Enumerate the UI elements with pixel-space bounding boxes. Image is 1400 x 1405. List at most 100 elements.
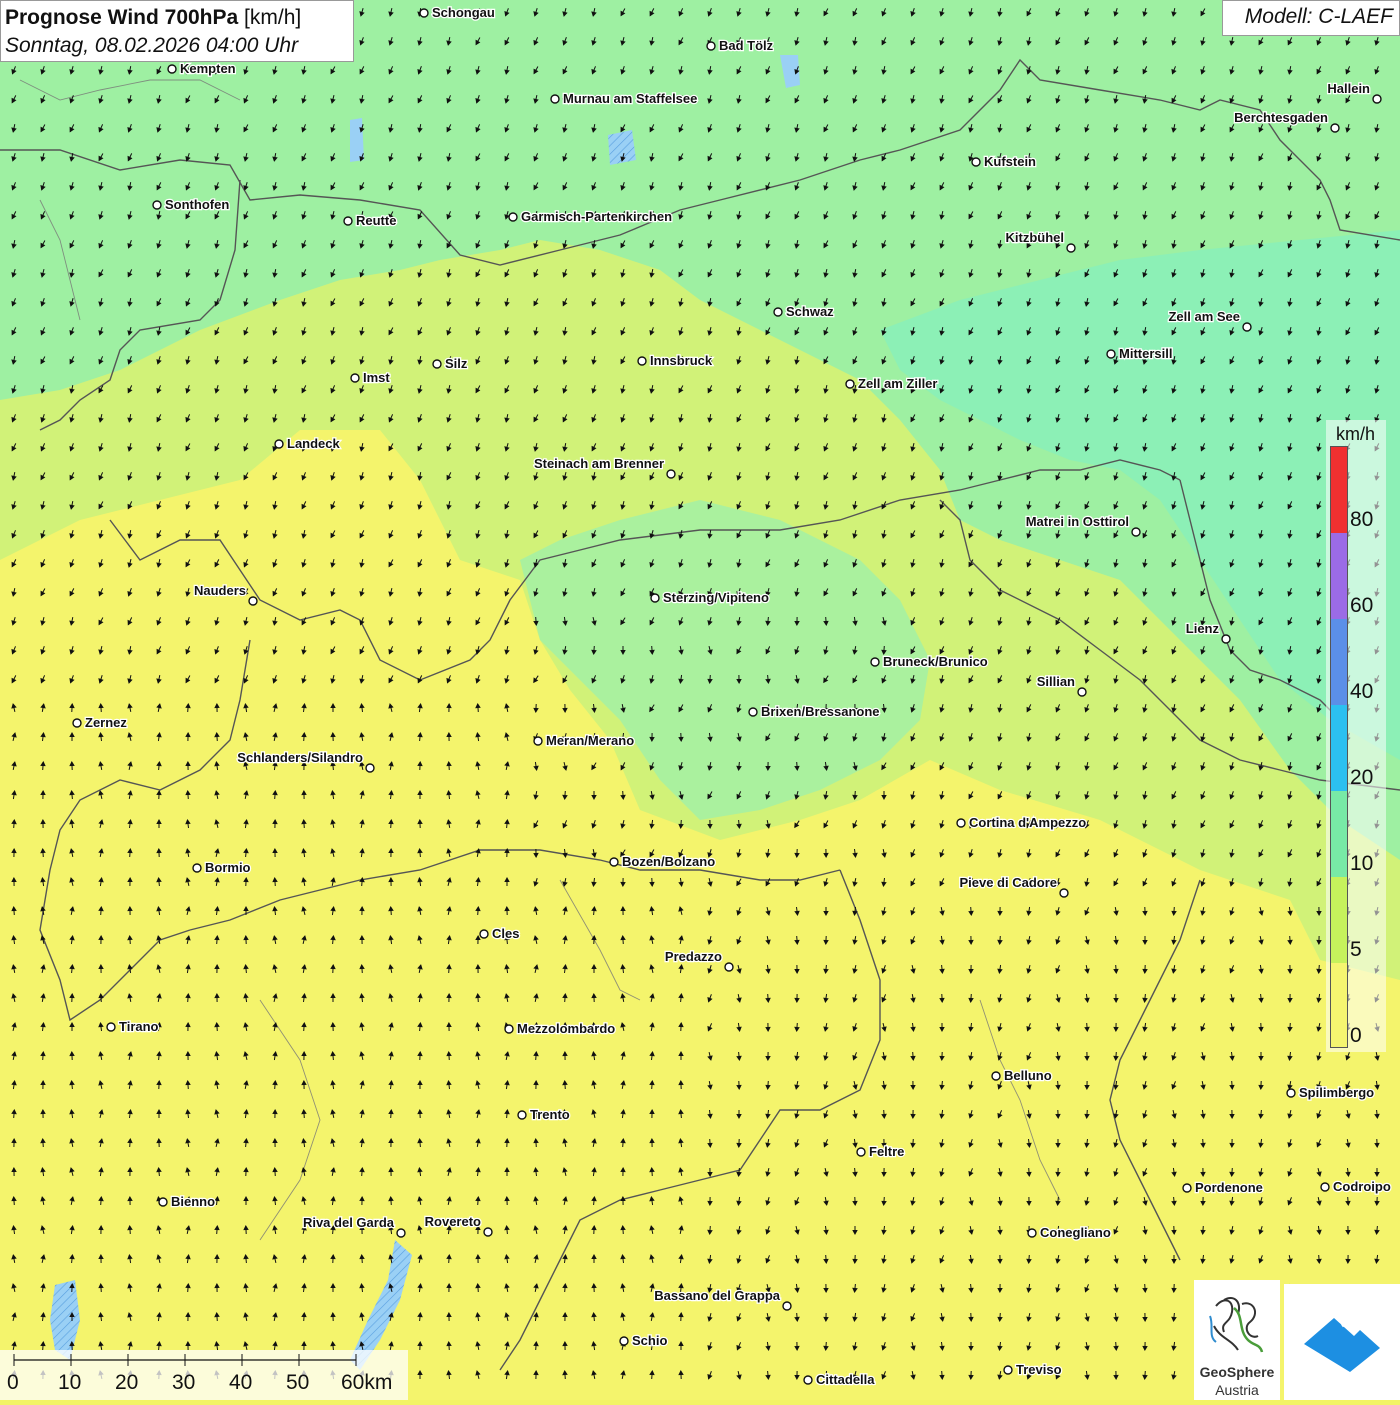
city-label: Belluno — [1004, 1068, 1052, 1083]
city-dot — [1004, 1366, 1012, 1374]
city-dot — [1132, 528, 1140, 536]
city-dot — [518, 1111, 526, 1119]
city-dot — [1243, 323, 1251, 331]
city-dot — [1183, 1184, 1191, 1192]
city-dot — [193, 864, 201, 872]
city-label: Kufstein — [984, 154, 1036, 169]
city-label: Cles — [492, 926, 519, 941]
city-dot — [610, 858, 618, 866]
city-dot — [1028, 1229, 1036, 1237]
city-label: Sillian — [1037, 674, 1075, 689]
legend-tick-40: 40 — [1350, 680, 1373, 704]
scale-label-50: 50 — [286, 1371, 309, 1395]
city-dot — [73, 719, 81, 727]
city-label: Treviso — [1016, 1362, 1062, 1377]
city-dot — [857, 1148, 865, 1156]
city-label: Codroipo — [1333, 1179, 1391, 1194]
legend-tick-5: 5 — [1350, 938, 1362, 962]
title-box: Prognose Wind 700hPa [km/h] Sonntag, 08.… — [0, 0, 354, 62]
city-dot — [1107, 350, 1115, 358]
city-dot — [725, 963, 733, 971]
legend-seg-5 — [1331, 877, 1347, 963]
city-marker: Schongau — [420, 5, 495, 20]
legend-unit: km/h — [1336, 424, 1375, 445]
legend-seg-80 — [1331, 447, 1347, 533]
city-dot — [957, 819, 965, 827]
city-dot — [480, 930, 488, 938]
city-marker: Pordenone — [1183, 1180, 1263, 1195]
city-marker: Sterzing/Vipiteno — [651, 590, 769, 605]
city-label: Schio — [632, 1333, 667, 1348]
city-marker: Cortina d'Ampezzo — [957, 815, 1086, 830]
city-label: Cortina d'Ampezzo — [969, 815, 1086, 830]
city-dot — [107, 1023, 115, 1031]
city-label: Bassano del Grappa — [654, 1288, 780, 1303]
city-label: Imst — [363, 370, 390, 385]
city-marker: Conegliano — [1028, 1225, 1111, 1240]
city-dot — [505, 1025, 513, 1033]
legend-tick-20: 20 — [1350, 766, 1373, 790]
city-label: Silz — [445, 356, 468, 371]
forecast-datetime: Sonntag, 08.02.2026 04:00 Uhr — [5, 32, 349, 60]
city-dot — [1321, 1183, 1329, 1191]
partner-logo[interactable] — [1284, 1284, 1400, 1400]
lake-forggensee — [350, 118, 364, 162]
scale-label-0: 0 — [7, 1371, 19, 1395]
city-label: Hallein — [1327, 81, 1370, 96]
legend-tick-10: 10 — [1350, 852, 1373, 876]
city-label: Landeck — [287, 436, 341, 451]
city-dot — [749, 708, 757, 716]
city-dot — [1078, 688, 1086, 696]
city-dot — [153, 201, 161, 209]
city-marker: Bozen/Bolzano — [610, 854, 715, 869]
city-label: Bienno — [171, 1194, 215, 1209]
city-label: Innsbruck — [650, 353, 713, 368]
city-label: Riva del Garda — [303, 1215, 395, 1230]
city-label: Brixen/Bressanone — [761, 704, 880, 719]
city-label: Murnau am Staffelsee — [563, 91, 697, 106]
scale-bar: 0 10 20 30 40 50 60km — [0, 1350, 408, 1400]
city-dot — [992, 1072, 1000, 1080]
city-dot — [667, 470, 675, 478]
city-marker: Sonthofen — [153, 197, 229, 212]
city-label: Mezzolombardo — [517, 1021, 615, 1036]
city-label: Zernez — [85, 715, 127, 730]
geosphere-logo[interactable]: GeoSphere Austria — [1194, 1280, 1280, 1400]
austria-text: Austria — [1194, 1382, 1280, 1398]
city-dot — [1287, 1089, 1295, 1097]
city-dot — [707, 42, 715, 50]
city-dot — [846, 380, 854, 388]
city-label: Kempten — [180, 61, 236, 76]
city-label: Bormio — [205, 860, 251, 875]
city-dot — [804, 1376, 812, 1384]
city-label: Sonthofen — [165, 197, 229, 212]
city-dot — [620, 1337, 628, 1345]
city-label: Garmisch-Partenkirchen — [521, 209, 672, 224]
map-title: Prognose Wind 700hPa [km/h] — [5, 4, 349, 32]
city-dot — [168, 65, 176, 73]
city-dot — [972, 158, 980, 166]
legend-tick-60: 60 — [1350, 594, 1373, 618]
legend-seg-0 — [1331, 963, 1347, 1047]
city-label: Nauders — [194, 583, 246, 598]
geosphere-text: GeoSphere — [1194, 1364, 1280, 1380]
city-label: Rovereto — [425, 1214, 481, 1229]
scale-label-40: 40 — [229, 1371, 252, 1395]
city-label: Spilimbergo — [1299, 1085, 1374, 1100]
scale-label-20: 20 — [115, 1371, 138, 1395]
city-dot — [433, 360, 441, 368]
city-label: Berchtesgaden — [1234, 110, 1328, 125]
city-label: Zell am See — [1168, 309, 1240, 324]
city-dot — [783, 1302, 791, 1310]
city-dot — [1060, 889, 1068, 897]
legend-seg-10 — [1331, 791, 1347, 877]
city-dot — [275, 440, 283, 448]
city-label: Zell am Ziller — [858, 376, 937, 391]
city-marker: Bruneck/Brunico — [871, 654, 988, 669]
city-label: Conegliano — [1040, 1225, 1111, 1240]
city-marker: Murnau am Staffelsee — [551, 91, 697, 106]
city-label: Schwaz — [786, 304, 834, 319]
city-label: Mittersill — [1119, 346, 1172, 361]
legend-bar — [1330, 446, 1348, 1048]
city-label: Reutte — [356, 213, 396, 228]
